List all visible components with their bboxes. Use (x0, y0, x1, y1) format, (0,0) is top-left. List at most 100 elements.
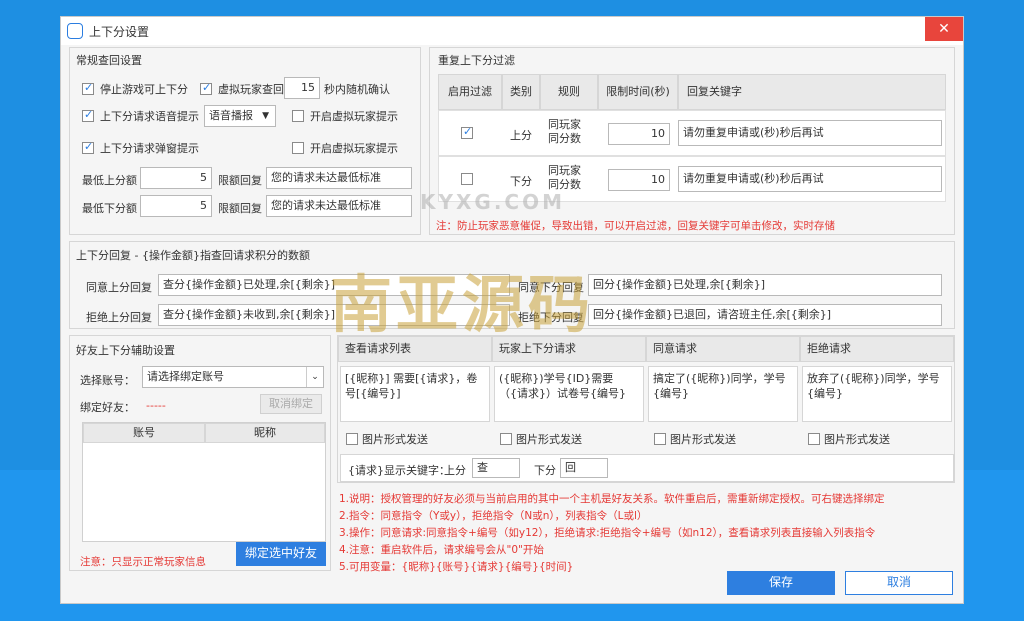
seconds-input[interactable]: 15 (284, 77, 320, 99)
col-time: 限制时间(秒) (598, 74, 678, 110)
image-send-checkbox-3[interactable] (654, 433, 666, 445)
cmd-text-request[interactable]: ({昵称})学号{ID}需要（{请求}）试卷号{编号} (494, 366, 644, 422)
filter-up-checkbox[interactable] (461, 125, 473, 139)
friend-table: 账号 昵称 (82, 422, 326, 542)
keyword-up-label: 上分 (444, 464, 466, 477)
filter-up-time-input[interactable]: 10 (608, 123, 670, 145)
reply-title: 上下分回复 - {操作金额}指查回请求积分的数额 (76, 249, 310, 262)
general-title: 常规查回设置 (76, 54, 142, 67)
filter-title: 重复上下分过滤 (438, 54, 515, 67)
limit-reply-input-2[interactable]: 您的请求未达最低标准 (266, 195, 412, 217)
select-account-label: 选择账号： (80, 374, 135, 387)
voice-prompt-label: 上下分请求语音提示 (100, 110, 199, 123)
friend-group: 好友上下分辅助设置 选择账号： 请选择绑定账号 ⌄ 绑定好友： ----- 取消… (69, 335, 331, 571)
min-up-input[interactable]: 5 (140, 167, 212, 189)
cmd-text-list[interactable]: [{昵称}] 需要[{请求}，卷号[{编号}] (340, 366, 490, 422)
bound-friend-label: 绑定好友： (80, 401, 135, 414)
settings-window: 上下分设置 ✕ 常规查回设置 停止游戏可上下分 虚拟玩家查回 15 秒内随机确认… (60, 16, 964, 604)
image-send-label-1: 图片形式发送 (362, 433, 428, 446)
virtual-check-checkbox[interactable] (200, 81, 212, 95)
keyword-down-input[interactable]: 回 (560, 458, 608, 478)
filter-up-reply-input[interactable]: 请勿重复申请或(秒)秒后再试 (678, 120, 942, 146)
enable-virtual-label-2: 开启虚拟玩家提示 (310, 142, 398, 155)
limit-reply-label-1: 限额回复 (218, 174, 262, 187)
image-send-checkbox-4[interactable] (808, 433, 820, 445)
filter-down-checkbox[interactable] (461, 173, 473, 185)
limit-reply-label-2: 限额回复 (218, 202, 262, 215)
keyword-label: {请求}显示关键字： (348, 464, 450, 477)
popup-prompt-label: 上下分请求弹窗提示 (100, 142, 199, 155)
virtual-check-label: 虚拟玩家查回 (218, 83, 284, 96)
note-1: 1.说明：授权管理的好友必须与当前启用的其中一个主机是好友关系。软件重启后，需重… (339, 493, 885, 505)
min-up-label: 最低上分额 (82, 174, 137, 187)
col-type: 类别 (502, 74, 540, 110)
image-send-checkbox-1[interactable] (346, 433, 358, 445)
note-3: 3.操作：同意请求:同意指令+编号（如y12），拒绝请求:拒绝指令+编号（如n1… (339, 527, 876, 539)
reply-group: 上下分回复 - {操作金额}指查回请求积分的数额 同意上分回复 查分{操作金额}… (69, 241, 955, 329)
commands-group: 查看请求列表 玩家上下分请求 同意请求 拒绝请求 [{昵称}] 需要[{请求}，… (337, 335, 955, 483)
chevron-down-icon: ⌄ (306, 367, 323, 387)
seconds-suffix: 秒内随机确认 (324, 83, 390, 96)
image-send-label-2: 图片形式发送 (516, 433, 582, 446)
app-icon (67, 23, 83, 39)
col-account: 账号 (83, 423, 205, 443)
cmd-header-list: 查看请求列表 (338, 336, 492, 362)
unbind-button[interactable]: 取消绑定 (260, 394, 322, 414)
dropdown-arrow-icon: ▼ (262, 111, 269, 121)
cmd-text-agree[interactable]: 搞定了({昵称})同学，学号{编号} (648, 366, 798, 422)
repeat-filter-group: 重复上下分过滤 启用过滤 类别 规则 限制时间(秒) 回复关键字 上分 同玩家同… (429, 47, 955, 235)
note-5: 5.可用变量：{昵称}{账号}{请求}{编号}{时间} (339, 561, 574, 573)
enable-virtual-label-1: 开启虚拟玩家提示 (310, 110, 398, 123)
col-rule: 规则 (540, 74, 598, 110)
reject-down-label: 拒绝下分回复 (518, 311, 584, 324)
agree-down-input[interactable]: 回分{操作金额}已处理,余[{剩余}] (588, 274, 942, 296)
image-send-label-4: 图片形式发送 (824, 433, 890, 446)
min-down-input[interactable]: 5 (140, 195, 212, 217)
reject-up-input[interactable]: 查分{操作金额}未收到,余[{剩余}] (158, 304, 510, 326)
reject-down-input[interactable]: 回分{操作金额}已退回，请咨班主任,余[{剩余}] (588, 304, 942, 326)
filter-down-type: 下分 (510, 175, 532, 188)
voice-select[interactable]: 语音播报 ▼ (204, 105, 276, 127)
window-title: 上下分设置 (89, 25, 150, 39)
close-button[interactable]: ✕ (925, 17, 963, 41)
image-send-label-3: 图片形式发送 (670, 433, 736, 446)
reject-up-label: 拒绝上分回复 (86, 311, 152, 324)
stop-game-label: 停止游戏可上下分 (100, 83, 188, 96)
voice-prompt-checkbox[interactable] (82, 108, 94, 122)
friend-note: 注意：只显示正常玩家信息 (80, 556, 206, 568)
account-select[interactable]: 请选择绑定账号 ⌄ (142, 366, 324, 388)
bound-friend-value: ----- (146, 399, 166, 412)
filter-down-reply-input[interactable]: 请勿重复申请或(秒)秒后再试 (678, 166, 942, 192)
image-send-checkbox-2[interactable] (500, 433, 512, 445)
filter-up-rule: 同玩家同分数 (548, 118, 581, 145)
keyword-up-input[interactable]: 查 (472, 458, 520, 478)
col-reply: 回复关键字 (678, 74, 946, 110)
save-button[interactable]: 保存 (727, 571, 835, 595)
agree-up-label: 同意上分回复 (86, 281, 152, 294)
agree-up-input[interactable]: 查分{操作金额}已处理,余[{剩余}] (158, 274, 510, 296)
cmd-text-reject[interactable]: 放弃了({昵称})同学，学号{编号} (802, 366, 952, 422)
enable-virtual-checkbox-2[interactable] (292, 142, 304, 154)
note-2: 2.指令：同意指令（Y或y），拒绝指令（N或n），列表指令（L或l） (339, 510, 648, 522)
limit-reply-input-1[interactable]: 您的请求未达最低标准 (266, 167, 412, 189)
filter-up-type: 上分 (510, 129, 532, 142)
min-down-label: 最低下分额 (82, 202, 137, 215)
account-select-value: 请选择绑定账号 (147, 370, 224, 383)
filter-down-rule: 同玩家同分数 (548, 164, 581, 191)
title-bar: 上下分设置 ✕ (61, 17, 963, 45)
friend-title: 好友上下分辅助设置 (76, 344, 175, 357)
stop-game-checkbox[interactable] (82, 81, 94, 95)
filter-note: 注：防止玩家恶意催促，导致出错，可以开启过滤，回复关键字可单击修改，实时存储 (436, 220, 835, 232)
keyword-down-label: 下分 (534, 464, 556, 477)
enable-virtual-checkbox-1[interactable] (292, 110, 304, 122)
cmd-header-reject: 拒绝请求 (800, 336, 954, 362)
popup-prompt-checkbox[interactable] (82, 140, 94, 154)
filter-down-time-input[interactable]: 10 (608, 169, 670, 191)
agree-down-label: 同意下分回复 (518, 281, 584, 294)
cmd-header-agree: 同意请求 (646, 336, 800, 362)
cancel-button[interactable]: 取消 (845, 571, 953, 595)
cmd-header-request: 玩家上下分请求 (492, 336, 646, 362)
voice-select-value: 语音播报 (209, 109, 253, 122)
bind-friend-button[interactable]: 绑定选中好友 (236, 542, 326, 566)
note-4: 4.注意：重启软件后，请求编号会从"0"开始 (339, 544, 544, 556)
